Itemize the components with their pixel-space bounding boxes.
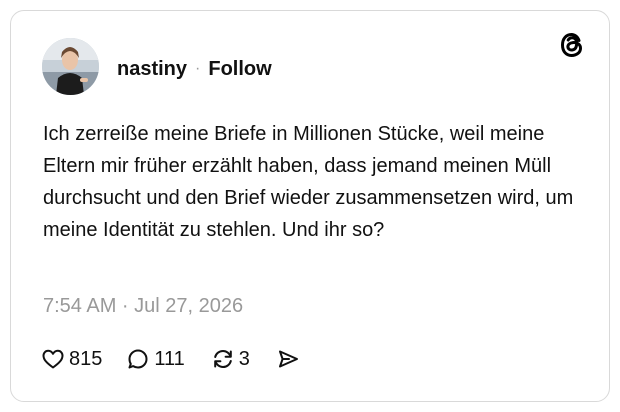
reply-button[interactable]: 111 <box>126 347 185 371</box>
header-separator: · <box>195 60 201 77</box>
post-header: nastiny · Follow <box>117 56 272 82</box>
threads-logo-icon[interactable] <box>559 31 585 59</box>
action-bar: 815 111 3 <box>41 345 300 373</box>
avatar-image <box>42 38 99 95</box>
reply-count: 111 <box>154 347 185 370</box>
post-card: nastiny · Follow Ich zerreiße meine Brie… <box>10 10 610 402</box>
like-count: 815 <box>69 347 103 370</box>
heart-icon <box>41 347 65 371</box>
repost-icon <box>211 347 235 371</box>
avatar[interactable] <box>42 38 99 95</box>
share-button[interactable] <box>276 347 300 371</box>
post-text: Ich zerreiße meine Briefe in Millionen S… <box>43 123 574 241</box>
send-icon <box>276 347 300 371</box>
like-button[interactable]: 815 <box>41 347 102 371</box>
speech-bubble-icon <box>126 347 150 371</box>
repost-count: 3 <box>238 347 250 370</box>
follow-button[interactable]: Follow <box>208 58 271 81</box>
post-timestamp[interactable]: 7:54 AM · Jul 27, 2026 <box>43 295 243 318</box>
username[interactable]: nastiny <box>117 58 187 81</box>
repost-button[interactable]: 3 <box>211 347 250 371</box>
